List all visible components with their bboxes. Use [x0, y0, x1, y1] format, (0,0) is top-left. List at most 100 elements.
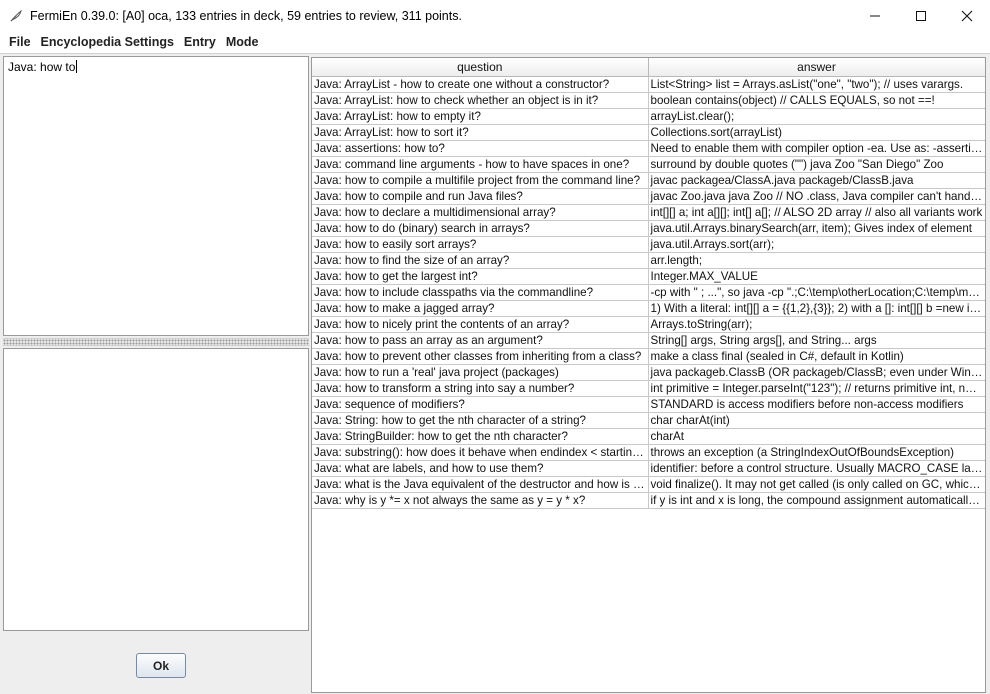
column-header-answer[interactable]: answer [648, 58, 985, 77]
table-row[interactable]: Java: how to include classpaths via the … [312, 284, 985, 301]
answer-cell[interactable]: Integer.MAX_VALUE [648, 268, 985, 285]
question-cell[interactable]: Java: how to get the largest int? [312, 268, 649, 285]
table-row[interactable]: Java: why is y *= x not always the same … [312, 492, 985, 509]
question-cell[interactable]: Java: how to make a jagged array? [312, 300, 649, 317]
minimize-button[interactable] [852, 0, 898, 31]
feather-icon [8, 8, 24, 24]
column-header-question[interactable]: question [312, 58, 649, 77]
answer-cell[interactable]: Need to enable them with compiler option… [648, 140, 985, 157]
answer-cell[interactable]: arr.length; [648, 252, 985, 269]
question-cell[interactable]: Java: how to nicely print the contents o… [312, 316, 649, 333]
question-cell[interactable]: Java: assertions: how to? [312, 140, 649, 157]
answer-cell[interactable]: throws an exception (a StringIndexOutOfB… [648, 444, 985, 461]
menu-encyclopedia-settings[interactable]: Encyclopedia Settings [36, 31, 179, 53]
menu-mode[interactable]: Mode [221, 31, 264, 53]
question-cell[interactable]: Java: how to prevent other classes from … [312, 348, 649, 365]
answer-cell[interactable]: List<String> list = Arrays.asList("one",… [648, 76, 985, 93]
table-row[interactable]: Java: substring(): how does it behave wh… [312, 444, 985, 461]
answer-cell[interactable]: Arrays.toString(arr); [648, 316, 985, 333]
table-row[interactable]: Java: how to get the largest int? Integer… [312, 268, 985, 285]
table-row[interactable]: Java: assertions: how to? Need to enable … [312, 140, 985, 157]
answer-cell[interactable]: 1) With a literal: int[][] a = {{1,2},{3… [648, 300, 985, 317]
question-cell[interactable]: Java: how to include classpaths via the … [312, 284, 649, 301]
answer-cell[interactable]: charAt [648, 428, 985, 445]
table-row[interactable]: Java: ArrayList: how to empty it? arrayLi… [312, 108, 985, 125]
answer-cell[interactable]: String[] args, String args[], and String… [648, 332, 985, 349]
answer-cell[interactable]: char charAt(int) [648, 412, 985, 429]
close-button[interactable] [944, 0, 990, 31]
answer-input[interactable] [3, 348, 309, 631]
answer-cell[interactable]: java.util.Arrays.binarySearch(arr, item)… [648, 220, 985, 237]
answer-cell[interactable]: STANDARD is access modifiers before non-… [648, 396, 985, 413]
table-row[interactable]: Java: how to nicely print the contents o… [312, 316, 985, 333]
answer-cell[interactable]: if y is int and x is long, the compound … [648, 492, 985, 509]
table-row[interactable]: Java: how to easily sort arrays? java.uti… [312, 236, 985, 253]
table-row[interactable]: Java: StringBuilder: how to get the nth … [312, 428, 985, 445]
table-row[interactable]: Java: sequence of modifiers? STANDARD is … [312, 396, 985, 413]
question-cell[interactable]: Java: substring(): how does it behave wh… [312, 444, 649, 461]
question-cell[interactable]: Java: how to pass an array as an argumen… [312, 332, 649, 349]
question-input[interactable]: Java: how to [3, 56, 309, 336]
table-row[interactable]: Java: how to run a 'real' java project (… [312, 364, 985, 381]
table-row[interactable]: Java: how to pass an array as an argumen… [312, 332, 985, 349]
table-header-row: question answer [312, 58, 985, 77]
table-row[interactable]: Java: ArrayList - how to create one with… [312, 76, 985, 93]
answer-cell[interactable]: arrayList.clear(); [648, 108, 985, 125]
question-cell[interactable]: Java: how to do (binary) search in array… [312, 220, 649, 237]
menu-file[interactable]: File [4, 31, 36, 53]
table-row[interactable]: Java: how to declare a multidimensional … [312, 204, 985, 221]
maximize-icon [916, 10, 926, 21]
table-row[interactable]: Java: String: how to get the nth charact… [312, 412, 985, 429]
question-cell[interactable]: Java: how to compile a multifile project… [312, 172, 649, 189]
question-cell[interactable]: Java: how to compile and run Java files? [312, 188, 649, 205]
answer-cell[interactable]: javac packagea/ClassA.java packageb/Clas… [648, 172, 985, 189]
table-row[interactable]: Java: what are labels, and how to use th… [312, 460, 985, 477]
question-cell[interactable]: Java: ArrayList: how to sort it? [312, 124, 649, 141]
menu-entry[interactable]: Entry [179, 31, 221, 53]
table-row[interactable]: Java: how to make a jagged array? 1) With… [312, 300, 985, 317]
question-cell[interactable]: Java: how to run a 'real' java project (… [312, 364, 649, 381]
splitter-handle[interactable] [3, 338, 309, 346]
answer-cell[interactable]: boolean contains(object) // CALLS EQUALS… [648, 92, 985, 109]
answer-cell[interactable]: Collections.sort(arrayList) [648, 124, 985, 141]
menu-bar: File Encyclopedia Settings Entry Mode [0, 31, 990, 53]
table-row[interactable]: Java: command line arguments - how to ha… [312, 156, 985, 173]
table-row[interactable]: Java: how to compile and run Java files?… [312, 188, 985, 205]
answer-cell[interactable]: java packageb.ClassB (OR packageb/ClassB… [648, 364, 985, 381]
table-row[interactable]: Java: how to find the size of an array? a… [312, 252, 985, 269]
table-row[interactable]: Java: what is the Java equivalent of the… [312, 476, 985, 493]
answer-cell[interactable]: java.util.Arrays.sort(arr); [648, 236, 985, 253]
answer-cell[interactable]: identifier: before a control structure. … [648, 460, 985, 477]
main-frame: Java: how to Ok question answer Java: Ar… [0, 53, 990, 694]
question-cell[interactable]: Java: ArrayList: how to empty it? [312, 108, 649, 125]
question-cell[interactable]: Java: String: how to get the nth charact… [312, 412, 649, 429]
table-row[interactable]: Java: how to prevent other classes from … [312, 348, 985, 365]
table-body: Java: ArrayList - how to create one with… [312, 76, 985, 509]
answer-cell[interactable]: int[][] a; int a[][]; int[] a[]; // ALSO… [648, 204, 985, 221]
question-cell[interactable]: Java: ArrayList: how to check whether an… [312, 92, 649, 109]
question-cell[interactable]: Java: how to easily sort arrays? [312, 236, 649, 253]
answer-cell[interactable]: surround by double quotes ("") java Zoo … [648, 156, 985, 173]
question-cell[interactable]: Java: why is y *= x not always the same … [312, 492, 649, 509]
table-row[interactable]: Java: ArrayList: how to sort it? Collecti… [312, 124, 985, 141]
table-row[interactable]: Java: how to compile a multifile project… [312, 172, 985, 189]
answer-cell[interactable]: javac Zoo.java java Zoo // NO .class, Ja… [648, 188, 985, 205]
answer-cell[interactable]: int primitive = Integer.parseInt("123");… [648, 380, 985, 397]
ok-button[interactable]: Ok [136, 653, 186, 678]
question-cell[interactable]: Java: how to transform a string into say… [312, 380, 649, 397]
table-row[interactable]: Java: how to transform a string into say… [312, 380, 985, 397]
answer-cell[interactable]: -cp with " ; ...", so java -cp ".;C:\tem… [648, 284, 985, 301]
question-cell[interactable]: Java: ArrayList - how to create one with… [312, 76, 649, 93]
table-row[interactable]: Java: how to do (binary) search in array… [312, 220, 985, 237]
question-cell[interactable]: Java: sequence of modifiers? [312, 396, 649, 413]
question-cell[interactable]: Java: what is the Java equivalent of the… [312, 476, 649, 493]
answer-cell[interactable]: void finalize(). It may not get called (… [648, 476, 985, 493]
table-row[interactable]: Java: ArrayList: how to check whether an… [312, 92, 985, 109]
question-cell[interactable]: Java: what are labels, and how to use th… [312, 460, 649, 477]
question-cell[interactable]: Java: command line arguments - how to ha… [312, 156, 649, 173]
question-cell[interactable]: Java: StringBuilder: how to get the nth … [312, 428, 649, 445]
maximize-button[interactable] [898, 0, 944, 31]
question-cell[interactable]: Java: how to find the size of an array? [312, 252, 649, 269]
question-cell[interactable]: Java: how to declare a multidimensional … [312, 204, 649, 221]
answer-cell[interactable]: make a class final (sealed in C#, defaul… [648, 348, 985, 365]
